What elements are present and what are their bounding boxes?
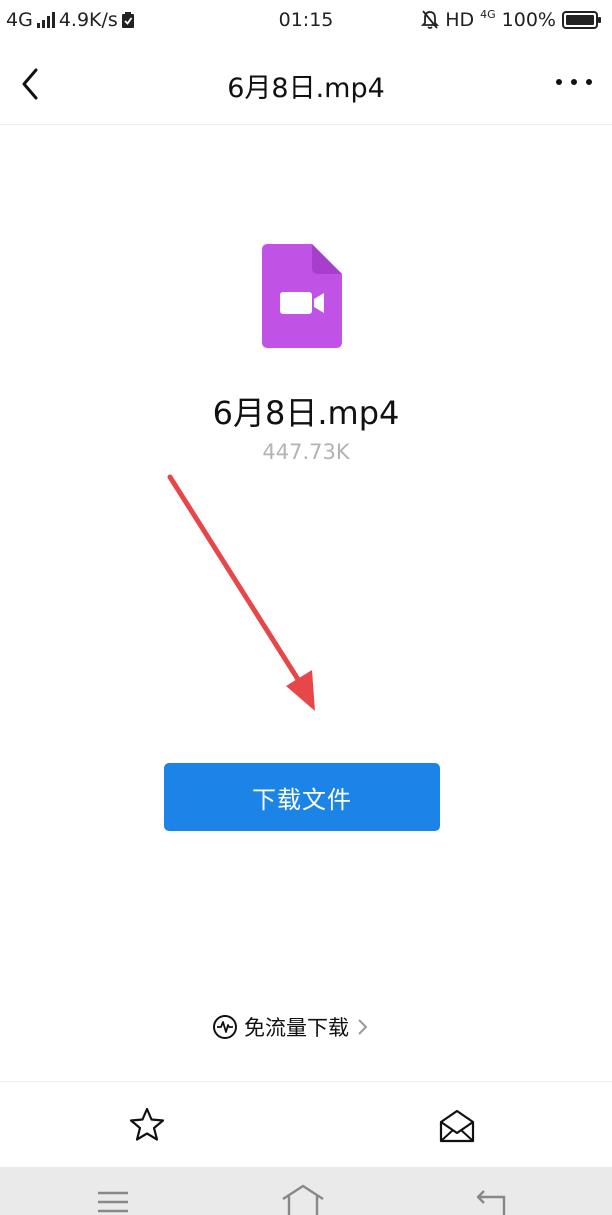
home-icon[interactable] <box>280 1183 326 1215</box>
battery-percent: 100% <box>501 9 556 31</box>
envelope-open-icon[interactable] <box>438 1108 476 1144</box>
page-title: 6月8日.mp4 <box>227 73 385 104</box>
chevron-right-icon <box>358 1019 368 1035</box>
free-data-download-label: 免流量下载 <box>244 1016 349 1040</box>
battery-icon <box>562 11 601 29</box>
navigation-bar: 6月8日.mp4 <box>0 42 612 125</box>
file-name: 6月8日.mp4 <box>212 394 400 432</box>
more-icon[interactable] <box>556 76 592 88</box>
pulse-circle-icon <box>213 1015 237 1039</box>
file-size: 447.73K <box>262 440 350 464</box>
system-back-icon[interactable] <box>474 1187 508 1215</box>
star-icon[interactable] <box>128 1106 166 1144</box>
download-file-button[interactable]: 下载文件 <box>164 763 440 831</box>
bottom-toolbar <box>0 1081 612 1168</box>
hd-indicator: HD <box>445 9 475 31</box>
status-bar: 4G 4.9K/s 01:15 HD 4G 100% <box>0 0 612 42</box>
status-right: HD 4G 100% <box>421 7 602 31</box>
video-file-icon <box>262 244 342 348</box>
free-data-download-link[interactable]: 免流量下载 <box>212 1010 371 1044</box>
bell-off-icon <box>421 10 440 29</box>
annotation-arrow <box>167 474 315 711</box>
network-type-right: 4G <box>480 7 496 21</box>
menu-icon[interactable] <box>96 1189 130 1215</box>
system-navigation-bar <box>0 1167 612 1215</box>
